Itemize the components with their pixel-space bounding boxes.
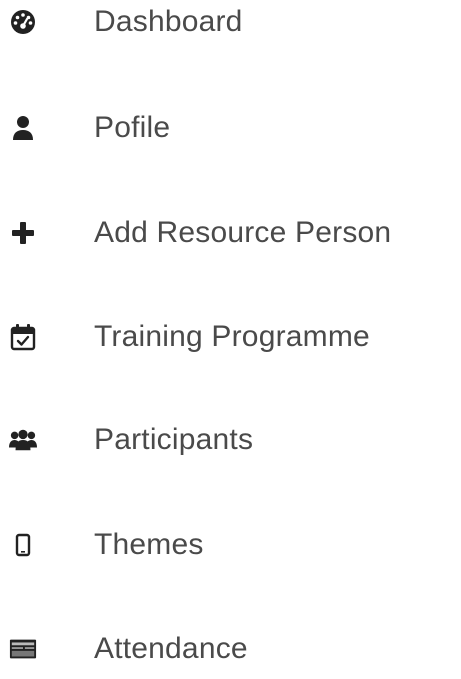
- sidebar-item-label: Themes: [94, 528, 204, 561]
- sidebar-item-training-programme[interactable]: Training Programme: [0, 307, 461, 367]
- users-icon: [9, 426, 37, 454]
- sidebar-item-dashboard[interactable]: Dashboard: [0, 0, 461, 52]
- sidebar-item-label: Training Programme: [94, 320, 370, 353]
- tachometer-icon: [9, 8, 37, 36]
- user-icon: [9, 114, 37, 142]
- sidebar-item-participants[interactable]: Participants: [0, 410, 461, 470]
- sidebar-item-add-resource-person[interactable]: Add Resource Person: [0, 203, 461, 263]
- sidebar-item-label: Pofile: [94, 111, 171, 144]
- sidebar-item-themes[interactable]: Themes: [0, 515, 461, 575]
- sidebar-item-label: Attendance: [94, 632, 248, 665]
- sidebar-item-attendance[interactable]: Attendance: [0, 619, 461, 679]
- calendar-check-icon: [9, 323, 37, 351]
- sidebar-item-profile[interactable]: Pofile: [0, 98, 461, 158]
- sidebar-item-label: Participants: [94, 423, 254, 456]
- plus-icon: [9, 219, 37, 247]
- sidebar-item-label: Dashboard: [94, 5, 243, 38]
- sidebar-nav: Dashboard Pofile Add Resource Person Tra…: [0, 0, 461, 666]
- credit-card-icon: [9, 635, 37, 663]
- mobile-icon: [9, 531, 37, 559]
- sidebar-item-label: Add Resource Person: [94, 216, 392, 249]
